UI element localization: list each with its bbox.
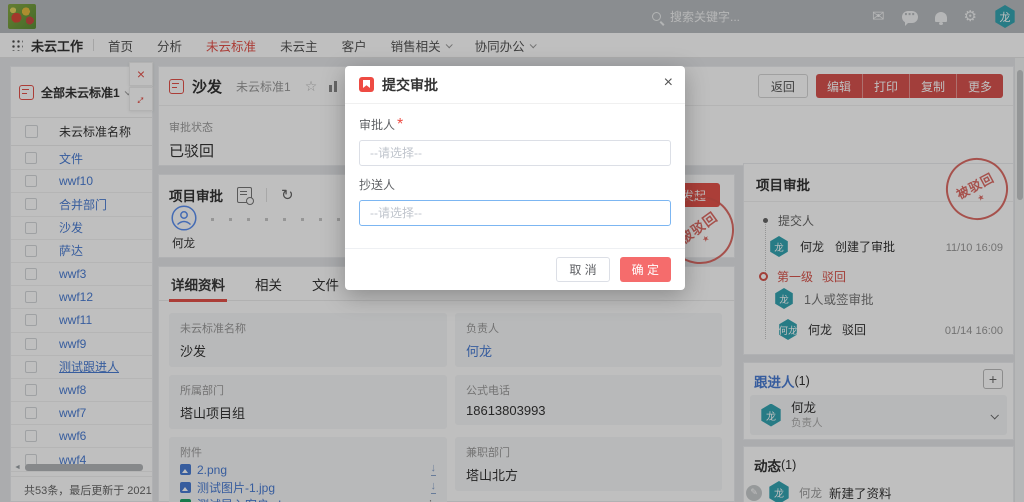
approver-field-group: 审批人* — [359, 116, 671, 166]
required-mark: * — [397, 116, 403, 133]
confirm-button[interactable]: 确 定 — [620, 257, 671, 282]
cc-label: 抄送人 — [359, 178, 395, 192]
approval-flag-icon — [359, 77, 374, 92]
approver-label: 审批人 — [359, 118, 395, 132]
cc-field-group: 抄送人 — [359, 176, 671, 226]
app: ✉ ⚙ 龙 未云工作 首页 分析 未云标准 未云主 客户 销售相关 协同办公 全… — [0, 0, 1024, 502]
close-icon[interactable]: × — [664, 75, 673, 91]
modal-title: 提交审批 — [382, 75, 438, 95]
submit-approval-modal: 提交审批 × 审批人* 抄送人 取 消 确 定 — [345, 66, 685, 290]
approver-select[interactable] — [359, 140, 671, 166]
modal-header: 提交审批 × — [345, 66, 685, 104]
modal-footer: 取 消 确 定 — [345, 248, 685, 290]
modal-body: 审批人* 抄送人 — [345, 104, 685, 238]
cc-select[interactable] — [359, 200, 671, 226]
cancel-button[interactable]: 取 消 — [556, 257, 609, 282]
